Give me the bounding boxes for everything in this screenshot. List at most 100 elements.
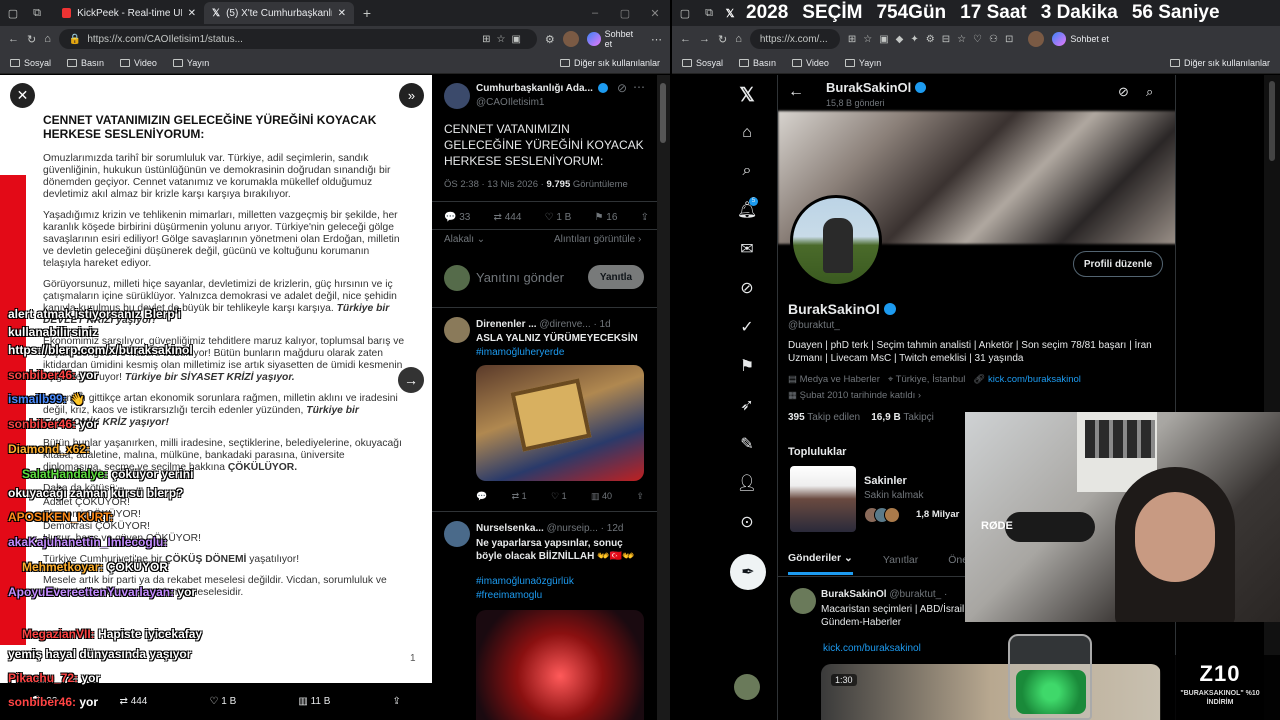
avatar[interactable]	[444, 83, 470, 109]
reload-icon[interactable]: ↻	[27, 33, 36, 46]
follow-stats[interactable]: 395 Takip edilen 16,9 B Takipçi	[788, 412, 934, 423]
scrollbar[interactable]	[657, 75, 670, 720]
reply-button[interactable]: 💬	[476, 491, 487, 502]
views-button[interactable]: ▥ 40	[591, 491, 612, 502]
bookmark-button[interactable]: ⚑ 16	[595, 212, 618, 223]
notifications-icon[interactable]: 🔔︎ 5	[736, 197, 758, 221]
avatar[interactable]	[562, 31, 579, 47]
new-tab-icon[interactable]: +	[354, 5, 380, 21]
hashtag-link[interactable]: #imamoğlunaözgürlük	[476, 576, 574, 587]
view-quotes-link[interactable]: Alıntıları görüntüle ›	[554, 234, 641, 245]
post-link[interactable]: kick.com/buraksakinol	[823, 643, 921, 654]
rocket-icon[interactable]: ➶	[736, 394, 758, 416]
bookmark-sosyal[interactable]: Sosyal	[10, 58, 51, 68]
tab-posts[interactable]: Gönderiler ⌄	[788, 544, 853, 575]
repost-button[interactable]: ⇄ 444	[494, 212, 522, 223]
extension-icon[interactable]: ⚙	[545, 33, 555, 46]
share-icon[interactable]: ⇪	[641, 212, 649, 223]
hashtag-link[interactable]: #imamoğluheryerde	[476, 347, 564, 358]
bookmark-basin[interactable]: Basın	[67, 58, 104, 68]
share-icon[interactable]: ⇪	[393, 696, 401, 707]
minimize-icon[interactable]: –	[580, 7, 610, 19]
profile-avatar[interactable]	[790, 195, 882, 287]
more-icon[interactable]: ⋯	[651, 33, 662, 46]
back-icon[interactable]: ←	[788, 83, 804, 101]
tab-actions-icon[interactable]: ⧉	[26, 7, 48, 20]
address-bar[interactable]: 🔒 https://x.com/CAOIletisim1/status... ⊞…	[58, 29, 537, 49]
bookmark-video[interactable]: Video	[120, 58, 157, 68]
maximize-icon[interactable]: ▢	[610, 7, 640, 20]
bookmark-sosyal[interactable]: Sosyal	[682, 58, 723, 68]
bookmark-basin[interactable]: Basın	[739, 58, 776, 68]
home-icon[interactable]: ⌂	[735, 33, 742, 45]
bookmark-video[interactable]: Video	[792, 58, 829, 68]
search-icon[interactable]: ⌕	[736, 160, 758, 182]
grok-icon[interactable]: ⊘	[1118, 84, 1129, 100]
profile-icon[interactable]: 👤︎	[736, 472, 758, 494]
compose-button[interactable]: ✒	[730, 554, 766, 590]
reply-image[interactable]	[476, 365, 644, 481]
reply-header[interactable]: Direnenler ... @direnve... · 1d	[476, 319, 646, 330]
messages-icon[interactable]: ✉	[736, 238, 758, 260]
avatar[interactable]	[444, 317, 470, 343]
profile-link[interactable]: kick.com/buraksakinol	[988, 374, 1081, 385]
community-name[interactable]: Sakinler	[864, 475, 907, 487]
community-image[interactable]	[790, 466, 856, 532]
home-icon[interactable]: ⌂	[44, 33, 51, 45]
share-icon[interactable]: ⇪	[636, 491, 644, 502]
address-actions-icon[interactable]: ⊞☆▣	[482, 34, 527, 45]
page-scrollbar[interactable]	[1264, 75, 1280, 720]
back-icon[interactable]: ←	[680, 33, 691, 45]
tweet-handle[interactable]: @CAOIletisim1	[476, 97, 545, 108]
more-icon[interactable]: ⋯	[633, 80, 645, 94]
avatar[interactable]	[444, 521, 470, 547]
close-icon[interactable]: ✕	[188, 8, 196, 19]
views-button[interactable]: ▥ 11 B	[298, 696, 330, 707]
search-icon[interactable]: ⌕	[1146, 84, 1153, 100]
bookmark-yayin[interactable]: Yayın	[172, 58, 209, 68]
close-icon[interactable]: ✕	[338, 8, 346, 19]
tweet-author[interactable]: Cumhurbaşkanlığı Ada...	[476, 83, 606, 94]
post-header[interactable]: BurakSakinOl @buraktut_ ·	[821, 589, 947, 600]
repost-button[interactable]: ⇄ 444	[120, 696, 148, 707]
grok-icon[interactable]: ⊘	[736, 277, 758, 299]
edit-profile-button[interactable]: Profili düzenle	[1073, 251, 1163, 277]
back-icon[interactable]: ←	[8, 33, 19, 45]
tab-x-status[interactable]: 𝕏 (5) X'te Cumhurbaşkanlığı Aday O... ✕	[204, 2, 354, 24]
tab-replies[interactable]: Yanıtlar	[883, 554, 918, 566]
reply-header[interactable]: Nurselsenka... @nurseip... · 12d	[476, 523, 646, 534]
reply-submit-button[interactable]: Yanıtla	[588, 265, 644, 289]
x-logo-icon[interactable]: 𝕏	[736, 84, 758, 106]
expand-button[interactable]: »	[399, 83, 424, 108]
hashtag-link[interactable]: #freeimamoglu	[476, 590, 542, 601]
bookmarks-icon[interactable]: ⚑	[736, 355, 758, 377]
x-favicon-icon[interactable]: 𝕏	[720, 7, 740, 20]
grok-icon[interactable]: ⊘	[617, 81, 627, 95]
tab-actions-icon[interactable]: ⧉	[698, 7, 720, 20]
reply-button[interactable]: 💬 33	[444, 212, 470, 223]
close-window-icon[interactable]: ✕	[640, 7, 670, 20]
scrollbar-thumb[interactable]	[660, 83, 666, 143]
window-menu-icon[interactable]: ▢	[0, 7, 26, 20]
window-menu-icon[interactable]: ▢	[672, 7, 698, 20]
post-video[interactable]: 1:30	[821, 664, 1161, 720]
copilot-button[interactable]: Sohbet et	[586, 29, 643, 49]
bookmark-other[interactable]: Diğer sık kullanılanlar	[1169, 58, 1270, 68]
reply-image[interactable]	[476, 610, 644, 720]
tab-kickpeek[interactable]: KickPeek - Real-time URL Crawler ✕	[54, 2, 204, 24]
bookmark-other[interactable]: Diğer sık kullanılanlar	[559, 58, 660, 68]
close-viewer-button[interactable]: ✕	[10, 83, 35, 108]
forward-icon[interactable]: →	[699, 33, 710, 45]
more-circle-icon[interactable]: ⊙	[736, 511, 758, 533]
scrollbar-thumb[interactable]	[1269, 81, 1275, 161]
avatar[interactable]	[790, 588, 816, 614]
reply-input[interactable]: Yanıtını gönder	[476, 270, 564, 285]
copilot-button[interactable]: Sohbet et	[1052, 32, 1109, 46]
like-button[interactable]: ♡ 1 B	[209, 696, 236, 707]
address-bar[interactable]: https://x.com/...	[749, 29, 840, 49]
extensions-icon[interactable]: ⊞☆▣◆✦⚙⊟☆♡⚇⊡	[848, 34, 1020, 45]
reload-icon[interactable]: ↻	[718, 33, 727, 46]
like-button[interactable]: ♡ 1 B	[545, 212, 572, 223]
avatar[interactable]	[1028, 31, 1045, 47]
repost-button[interactable]: ⇄ 1	[512, 491, 527, 502]
